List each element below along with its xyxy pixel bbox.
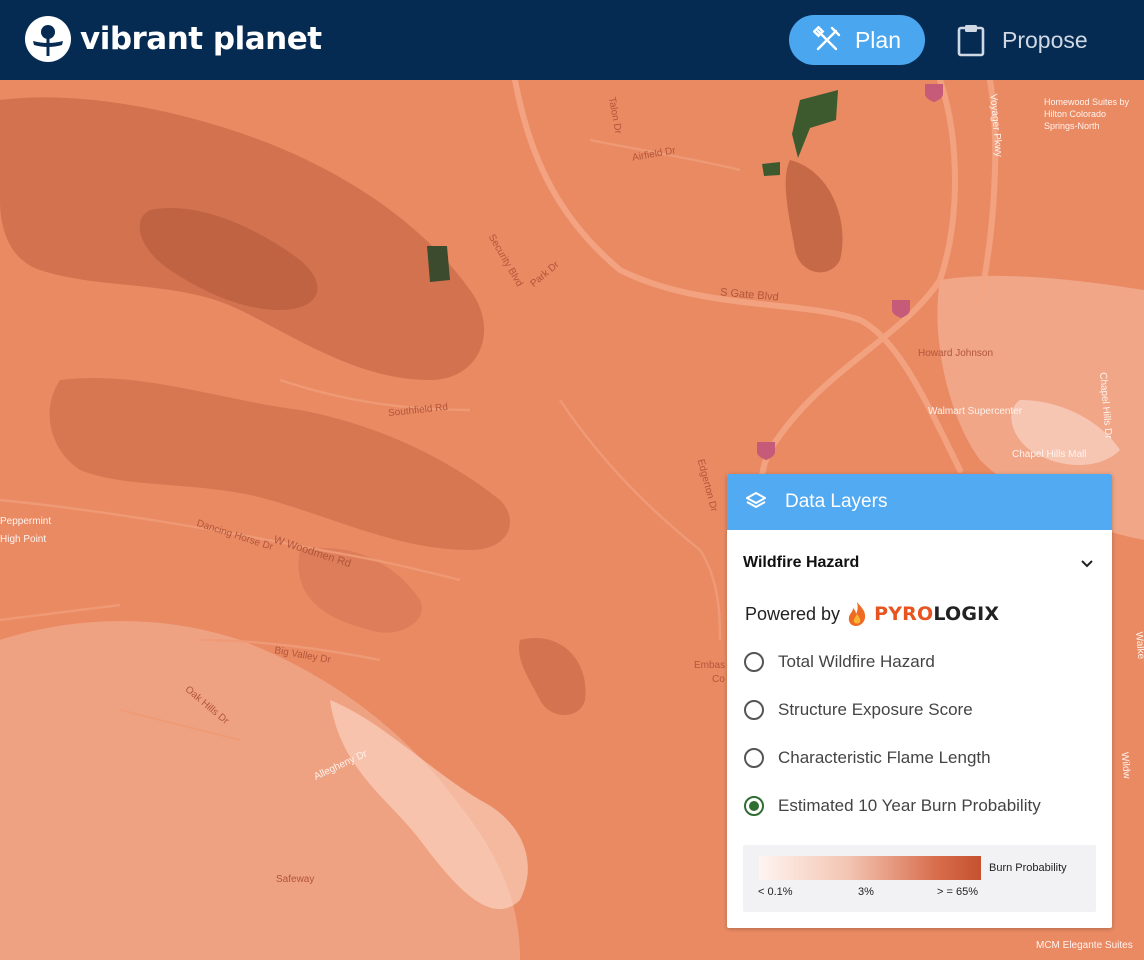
map-label-co: Co	[712, 674, 725, 685]
map-label-chapel-hills-mall: Chapel Hills Mall	[1012, 449, 1087, 460]
pyrologix-logo: PYROLOGIX	[874, 603, 999, 625]
option-label: Characteristic Flame Length	[778, 748, 991, 767]
pyrologix-flame-icon	[848, 602, 866, 626]
powered-by: Powered by PYROLOGIX	[745, 601, 999, 627]
nav-plan-button[interactable]: Plan	[789, 15, 925, 65]
map-label-howard: Howard Johnson	[918, 348, 994, 359]
powered-by-label: Powered by	[745, 603, 841, 624]
option-structure-exposure-score[interactable]: Structure Exposure Score	[744, 700, 973, 720]
data-layers-header[interactable]: Data Layers	[727, 474, 1112, 530]
data-layers-title: Data Layers	[785, 491, 888, 512]
map-label-walker: Walke	[1133, 631, 1144, 660]
map-label-high-point: High Point	[0, 534, 47, 545]
radio-button[interactable]	[744, 700, 764, 720]
map-label-safeway: Safeway	[276, 874, 315, 885]
radio-dot	[749, 801, 759, 811]
map-label-homewood: Homewood Suites by Hilton Colorado Sprin…	[1044, 97, 1130, 131]
legend-tick-min: < 0.1%	[758, 886, 793, 898]
nav-propose-label: Propose	[1002, 26, 1088, 53]
burn-probability-legend: Burn Probability < 0.1% 3% > = 65%	[743, 845, 1096, 912]
map-label-peppermint: Peppermint	[0, 516, 52, 527]
vibrant-planet-logo-icon	[25, 16, 71, 62]
legend-title: Burn Probability	[989, 862, 1067, 874]
map-label-wildw: Wildw	[1118, 751, 1132, 780]
option-label: Total Wildfire Hazard	[778, 652, 935, 671]
pyrologix-logo-a: PYRO	[874, 603, 934, 625]
map-label-embassy: Embas	[694, 660, 726, 671]
option-burn-probability[interactable]: Estimated 10 Year Burn Probability	[744, 796, 1041, 816]
option-label: Estimated 10 Year Burn Probability	[778, 796, 1041, 815]
nav-propose-button[interactable]: Propose	[956, 15, 1088, 65]
wildfire-hazard-section-header[interactable]: Wildfire Hazard	[743, 554, 1095, 572]
layers-icon	[746, 492, 766, 508]
top-navigation-bar: vibrant planet Plan Propose	[0, 0, 1144, 80]
option-characteristic-flame-length[interactable]: Characteristic Flame Length	[744, 748, 991, 768]
option-total-wildfire-hazard[interactable]: Total Wildfire Hazard	[744, 652, 935, 672]
map-label-mcm: MCM Elegante Suites	[1036, 940, 1133, 951]
section-title: Wildfire Hazard	[743, 554, 860, 571]
legend-tick-max: > = 65%	[937, 886, 978, 898]
nav-plan-label: Plan	[854, 26, 902, 53]
pyrologix-logo-b: LOGIX	[933, 603, 1000, 625]
legend-tick-mid: 3%	[858, 886, 874, 898]
option-label: Structure Exposure Score	[778, 700, 973, 719]
radio-button-selected[interactable]	[744, 796, 764, 816]
data-layers-panel: Data Layers Wildfire Hazard Powered by P…	[727, 474, 1112, 928]
radio-button[interactable]	[744, 748, 764, 768]
radio-button[interactable]	[744, 652, 764, 672]
brand[interactable]: vibrant planet	[24, 15, 322, 63]
chevron-down-icon[interactable]	[1079, 555, 1095, 571]
brand-name: vibrant planet	[80, 21, 322, 57]
tools-icon	[812, 26, 841, 51]
legend-gradient-bar	[759, 856, 981, 880]
clipboard-icon	[957, 25, 985, 57]
map-label-walmart: Walmart Supercenter	[928, 406, 1023, 417]
